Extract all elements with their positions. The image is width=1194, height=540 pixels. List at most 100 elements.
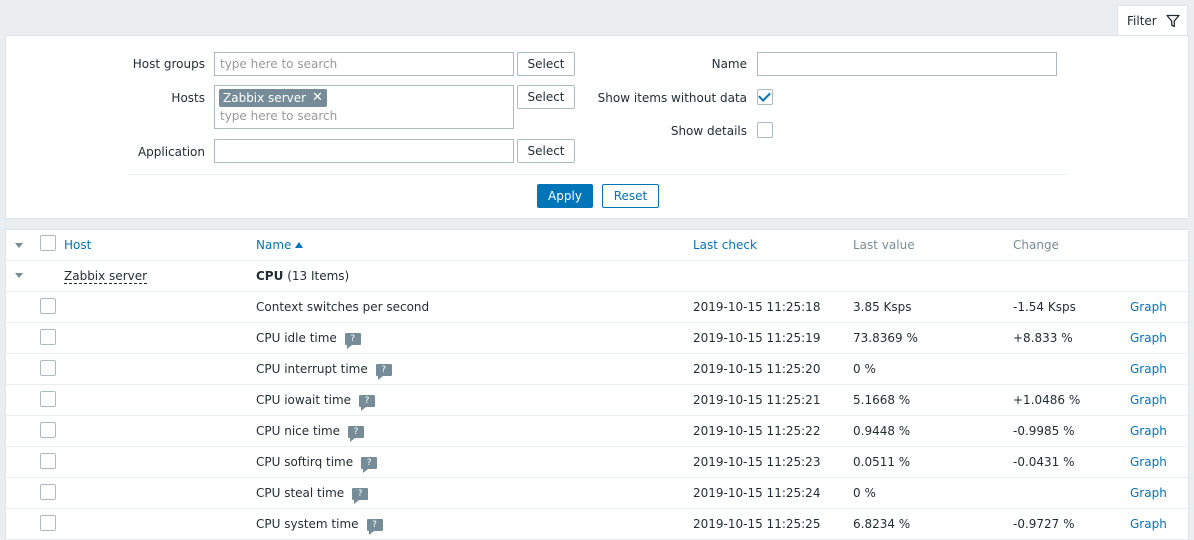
latest-data-table: Host Name Last check Last value Change Z… — [5, 229, 1189, 540]
host-chip-label: Zabbix server — [223, 91, 307, 105]
table-header: Host Name Last check Last value Change — [6, 230, 1188, 261]
application-input[interactable] — [214, 139, 514, 163]
table-row: Context switches per second 2019-10-15 11… — [6, 292, 1188, 323]
last-check: 2019-10-15 11:25:18 — [693, 300, 821, 314]
change-value: -0.9985 % — [1013, 424, 1075, 438]
last-check: 2019-10-15 11:25:19 — [693, 331, 821, 345]
graph-link[interactable]: Graph — [1130, 486, 1167, 500]
last-check: 2019-10-15 11:25:22 — [693, 424, 821, 438]
hosts-label: Hosts — [171, 91, 205, 105]
filter-panel: Host groups type here to search Select H… — [5, 35, 1189, 219]
graph-link[interactable]: Graph — [1130, 331, 1167, 345]
application-group-row: Zabbix server CPU (13 Items) — [6, 261, 1188, 292]
show-details-label: Show details — [670, 124, 747, 138]
item-name-label: CPU nice time — [256, 424, 341, 438]
name-label: Name — [711, 57, 747, 71]
row-checkbox[interactable] — [40, 329, 56, 345]
info-hint-icon[interactable]: ? — [359, 395, 376, 411]
last-value: 0.9448 % — [853, 424, 911, 438]
host-groups-label: Host groups — [132, 57, 205, 71]
show-details-checkbox[interactable] — [757, 122, 773, 138]
row-checkbox[interactable] — [40, 422, 56, 438]
name-column-header[interactable]: Name — [256, 238, 304, 252]
graph-link[interactable]: Graph — [1130, 424, 1167, 438]
last-check: 2019-10-15 11:25:25 — [693, 517, 821, 531]
hosts-placeholder: type here to search — [220, 109, 338, 123]
info-hint-icon[interactable]: ? — [361, 457, 378, 473]
last-value: 6.8234 % — [853, 517, 911, 531]
row-checkbox[interactable] — [40, 298, 56, 314]
host-groups-input[interactable]: type here to search — [214, 52, 514, 76]
host-groups-select-button[interactable]: Select — [517, 52, 575, 76]
row-checkbox[interactable] — [40, 453, 56, 469]
change-column-header: Change — [1013, 238, 1059, 252]
last-value-column-header: Last value — [853, 238, 915, 252]
graph-link[interactable]: Graph — [1130, 455, 1167, 469]
item-name-label: CPU steal time — [256, 486, 345, 500]
item-name: CPU idle time? — [256, 331, 361, 349]
row-checkbox[interactable] — [40, 484, 56, 500]
item-name: CPU iowait time? — [256, 393, 376, 411]
change-value: +8.833 % — [1013, 331, 1073, 345]
graph-link[interactable]: Graph — [1130, 362, 1167, 376]
sort-asc-icon — [295, 242, 304, 248]
show-without-data-checkbox[interactable] — [757, 89, 773, 105]
application-select-button[interactable]: Select — [517, 139, 575, 163]
graph-link[interactable]: Graph — [1130, 393, 1167, 407]
host-link[interactable]: Zabbix server — [64, 269, 148, 284]
graph-link[interactable]: Graph — [1130, 517, 1167, 531]
item-name: Context switches per second — [256, 300, 429, 314]
show-without-data-label: Show items without data — [597, 91, 747, 105]
change-value: -0.9727 % — [1013, 517, 1075, 531]
item-name: CPU nice time? — [256, 424, 365, 442]
host-column-header[interactable]: Host — [64, 238, 91, 252]
item-name-label: CPU system time — [256, 517, 359, 531]
change-value: -0.0431 % — [1013, 455, 1075, 469]
name-input[interactable] — [757, 52, 1057, 76]
collapse-group-icon[interactable] — [15, 273, 23, 278]
last-value: 73.8369 % — [853, 331, 918, 345]
info-hint-icon[interactable]: ? — [344, 333, 361, 349]
item-name-label: CPU idle time — [256, 331, 337, 345]
filter-icon — [1166, 14, 1180, 28]
item-name-label: CPU iowait time — [256, 393, 352, 407]
item-name-label: Context switches per second — [256, 300, 430, 314]
info-hint-icon[interactable]: ? — [348, 426, 365, 442]
last-check: 2019-10-15 11:25:20 — [693, 362, 821, 376]
select-all-checkbox[interactable] — [40, 235, 56, 251]
table-row: CPU steal time? 2019-10-15 11:25:24 0 % Gra… — [6, 478, 1188, 509]
change-value: -1.54 Ksps — [1013, 300, 1076, 314]
info-hint-icon[interactable]: ? — [352, 488, 369, 504]
item-name: CPU softirq time? — [256, 455, 378, 473]
table-row: CPU nice time? 2019-10-15 11:25:22 0.9448 … — [6, 416, 1188, 447]
table-row: CPU softirq time? 2019-10-15 11:25:23 0.05… — [6, 447, 1188, 478]
remove-host-icon[interactable]: ✕ — [312, 89, 323, 107]
row-checkbox[interactable] — [40, 360, 56, 376]
last-check: 2019-10-15 11:25:21 — [693, 393, 821, 407]
info-hint-icon[interactable]: ? — [366, 519, 383, 535]
last-value: 0 % — [853, 362, 876, 376]
filter-tab-label: Filter — [1127, 14, 1157, 28]
last-value: 5.1668 % — [853, 393, 911, 407]
item-name-label: CPU softirq time — [256, 455, 354, 469]
row-checkbox[interactable] — [40, 391, 56, 407]
graph-link[interactable]: Graph — [1130, 300, 1167, 314]
item-name: CPU steal time? — [256, 486, 369, 504]
application-label: CPU — [256, 269, 284, 283]
application-name: CPU (13 Items) — [256, 269, 349, 283]
collapse-all-icon[interactable] — [15, 243, 23, 248]
last-check: 2019-10-15 11:25:24 — [693, 486, 821, 500]
last-value: 0 % — [853, 486, 876, 500]
filter-tab[interactable]: Filter — [1117, 5, 1188, 36]
reset-button[interactable]: Reset — [602, 184, 659, 208]
table-row: CPU system time? 2019-10-15 11:25:25 6.823… — [6, 509, 1188, 540]
last-check-column-header[interactable]: Last check — [693, 238, 757, 252]
hosts-input[interactable]: Zabbix server ✕ type here to search — [214, 85, 514, 129]
row-checkbox[interactable] — [40, 515, 56, 531]
last-value: 0.0511 % — [853, 455, 911, 469]
info-hint-icon[interactable]: ? — [375, 364, 392, 380]
apply-button[interactable]: Apply — [537, 184, 593, 208]
table-row: CPU idle time? 2019-10-15 11:25:19 73.8369… — [6, 323, 1188, 354]
last-check: 2019-10-15 11:25:23 — [693, 455, 821, 469]
item-name: CPU system time? — [256, 517, 383, 535]
